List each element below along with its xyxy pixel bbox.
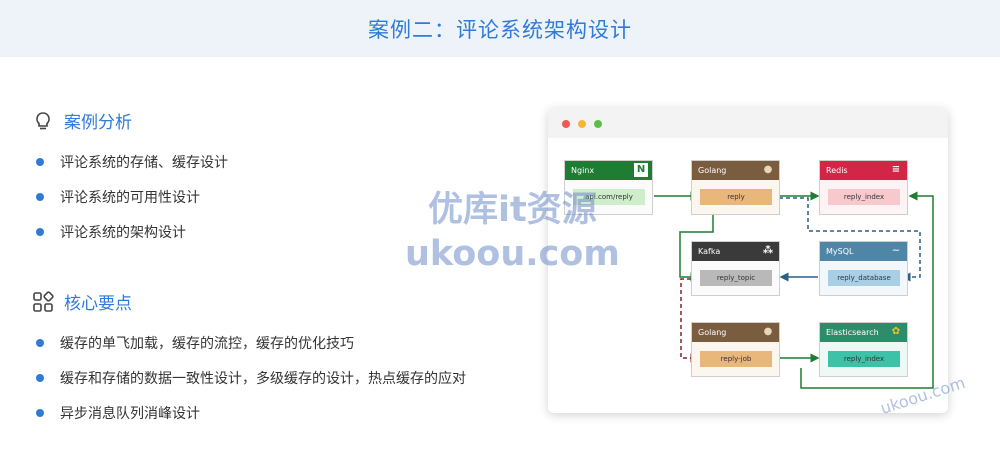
node-title: MySQL: [826, 247, 854, 256]
list-item: 异步消息队列消峰设计: [36, 395, 466, 430]
node-elasticsearch: Elasticsearch ✿ reply_index: [819, 322, 908, 377]
kafka-logo-icon: ⁂: [762, 245, 774, 256]
list-item-text: 异步消息队列消峰设计: [60, 405, 200, 422]
node-header: Golang ●: [692, 323, 779, 342]
node-header: Nginx N: [565, 161, 652, 180]
gopher-icon: ●: [763, 164, 773, 175]
bullet-dot: [36, 373, 44, 382]
node-golang-reply: Golang ● reply: [691, 160, 780, 215]
node-title: Elasticsearch: [826, 328, 879, 337]
node-header: MySQL ~: [820, 242, 907, 261]
node-golang-replyjob: Golang ● reply-job: [691, 322, 780, 377]
node-header: Golang ●: [692, 161, 779, 180]
list-item: 评论系统的架构设计: [36, 214, 228, 249]
redis-logo-icon: ≡: [891, 164, 901, 175]
node-header: Kafka ⁂: [692, 242, 779, 261]
watermark-line: 优库it资源: [428, 190, 597, 230]
node-label: reply_index: [828, 351, 900, 367]
nginx-logo-icon: N: [634, 163, 648, 177]
node-kafka: Kafka ⁂ reply_topic: [691, 241, 780, 296]
lightbulb-icon: [32, 110, 54, 132]
section-title: 案例分析: [64, 113, 132, 133]
node-label: reply_index: [828, 189, 900, 205]
list-item: 评论系统的存储、缓存设计: [36, 144, 228, 179]
section-key-points: 核心要点: [32, 289, 132, 314]
list-item-text: 评论系统的存储、缓存设计: [60, 154, 228, 171]
node-redis: Redis ≡ reply_index: [819, 160, 908, 215]
node-title: Golang: [698, 328, 727, 337]
node-title: Redis: [826, 166, 848, 175]
bullet-dot: [36, 338, 44, 347]
node-label: reply_database: [828, 270, 900, 286]
section-title: 核心要点: [64, 294, 132, 314]
watermark: 优库it资源 ukoou.com: [405, 188, 620, 276]
bullet-dot: [36, 157, 44, 166]
apps-grid-icon: [32, 290, 54, 313]
list-item-text: 评论系统的可用性设计: [60, 189, 200, 206]
list-item: 缓存的单飞加载，缓存的流控，缓存的优化技巧: [36, 325, 466, 360]
list-item-text: 缓存的单飞加载，缓存的流控，缓存的优化技巧: [60, 335, 354, 352]
header: 案例二：评论系统架构设计: [0, 0, 1000, 57]
node-title: Kafka: [698, 247, 721, 256]
node-title: Nginx: [571, 166, 595, 175]
list-item: 缓存和存储的数据一致性设计，多级缓存的设计，热点缓存的应对: [36, 360, 466, 395]
node-label: reply-job: [700, 351, 772, 367]
node-title: Golang: [698, 166, 727, 175]
node-mysql: MySQL ~ reply_database: [819, 241, 908, 296]
node-header: Redis ≡: [820, 161, 907, 180]
node-label: reply_topic: [700, 270, 772, 286]
section-case-analysis: 案例分析: [32, 108, 132, 133]
list-item-text: 缓存和存储的数据一致性设计，多级缓存的设计，热点缓存的应对: [60, 370, 466, 387]
key-points-list: 缓存的单飞加载，缓存的流控，缓存的优化技巧 缓存和存储的数据一致性设计，多级缓存…: [36, 325, 466, 430]
bullet-dot: [36, 227, 44, 236]
bullet-dot: [36, 192, 44, 201]
node-header: Elasticsearch ✿: [820, 323, 907, 342]
node-label: reply: [700, 189, 772, 205]
case-analysis-list: 评论系统的存储、缓存设计 评论系统的可用性设计 评论系统的架构设计: [36, 144, 228, 249]
gopher-icon: ●: [763, 326, 773, 337]
elasticsearch-logo-icon: ✿: [891, 326, 901, 337]
watermark-line: ukoou.com: [405, 234, 620, 274]
mysql-dolphin-icon: ~: [891, 245, 901, 256]
bullet-dot: [36, 408, 44, 417]
list-item: 评论系统的可用性设计: [36, 179, 228, 214]
list-item-text: 评论系统的架构设计: [60, 224, 186, 241]
page-title: 案例二：评论系统架构设计: [368, 17, 632, 42]
